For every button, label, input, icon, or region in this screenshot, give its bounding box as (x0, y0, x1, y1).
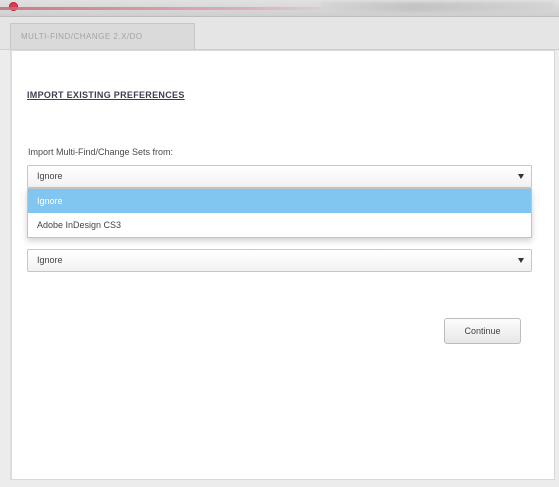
tab-strip: MULTI-FIND/CHANGE 2.x/DO (0, 17, 559, 50)
title-bar-accent (0, 7, 345, 10)
title-bar (0, 0, 559, 17)
page-title: IMPORT EXISTING PREFERENCES (27, 90, 185, 100)
panel-divider (10, 50, 12, 480)
chevron-down-icon[interactable] (518, 258, 524, 263)
tab-multi-find-change[interactable]: MULTI-FIND/CHANGE 2.x/DO (10, 23, 195, 49)
import-sets-label: Import Multi-Find/Change Sets from: (28, 147, 174, 157)
import-sets-select-value: Ignore (37, 171, 63, 181)
continue-button[interactable]: Continue (444, 318, 521, 344)
second-import-select-value: Ignore (37, 255, 63, 265)
import-sets-dropdown: Ignore Adobe InDesign CS3 (27, 188, 532, 238)
second-import-select[interactable]: Ignore (27, 249, 532, 272)
chevron-down-icon[interactable] (518, 174, 524, 179)
title-bar-controls (320, 2, 555, 12)
dropdown-option-ignore[interactable]: Ignore (28, 189, 531, 213)
app-window: MULTI-FIND/CHANGE 2.x/DO IMPORT EXISTING… (0, 0, 559, 487)
import-sets-select[interactable]: Ignore (27, 165, 532, 188)
dropdown-option-indesign-cs3[interactable]: Adobe InDesign CS3 (28, 213, 531, 237)
